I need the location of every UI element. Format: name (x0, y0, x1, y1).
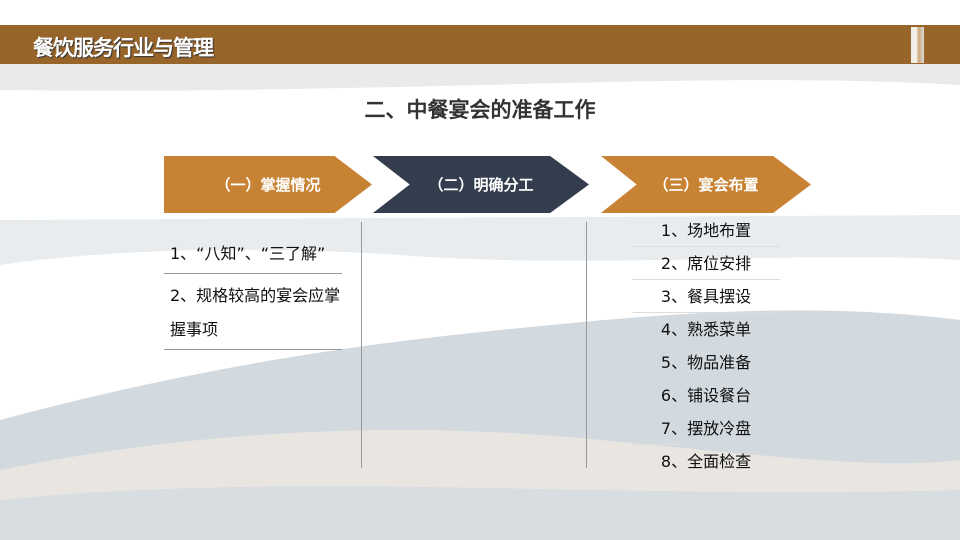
list-item: 5、物品准备 (632, 346, 780, 379)
list-item: 2、规格较高的宴会应掌握事项 (164, 274, 342, 350)
step-arrow-1: （一）掌握情况 (164, 156, 372, 213)
list-item: 1、“八知”、“三了解” (164, 232, 342, 274)
list-item: 7、摆放冷盘 (632, 412, 780, 445)
logo-image (911, 27, 924, 63)
slide-subtitle: 二、中餐宴会的准备工作 (364, 98, 596, 122)
list-item: 2、席位安排 (632, 247, 780, 280)
list-item: 3、餐具摆设 (632, 280, 780, 313)
header-bar: 餐饮服务行业与管理 (0, 25, 960, 64)
right-list: 1、场地布置 2、席位安排 3、餐具摆设 4、熟悉菜单 5、物品准备 6、铺设餐… (632, 214, 780, 478)
left-list: 1、“八知”、“三了解” 2、规格较高的宴会应掌握事项 (164, 232, 342, 350)
divider (361, 222, 362, 468)
divider (586, 222, 587, 468)
background-waves (0, 64, 960, 540)
list-item: 1、场地布置 (632, 214, 780, 247)
header-title: 餐饮服务行业与管理 (33, 36, 214, 60)
list-item: 6、铺设餐台 (632, 379, 780, 412)
list-item: 8、全面检查 (660, 452, 752, 471)
list-item: 4、熟悉菜单 (632, 313, 780, 346)
